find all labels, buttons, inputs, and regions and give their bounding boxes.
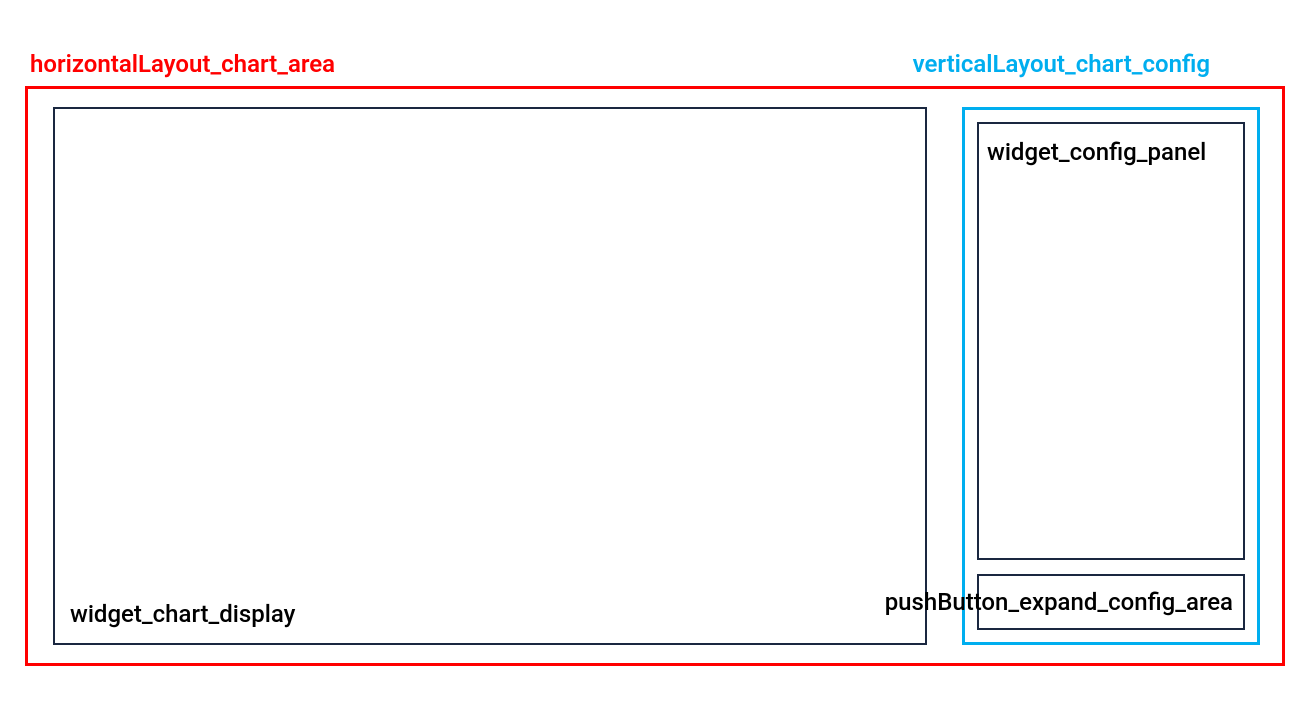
widget-config-panel: widget_config_panel (977, 122, 1245, 560)
widget-chart-display: widget_chart_display (53, 107, 927, 645)
vertical-layout-label: verticalLayout_chart_config (913, 50, 1210, 78)
chart-display-label: widget_chart_display (70, 600, 295, 628)
inner-row: widget_chart_display widget_config_panel… (28, 89, 1282, 663)
horizontal-layout-label: horizontalLayout_chart_area (30, 50, 335, 78)
vertical-layout-chart-config: widget_config_panel pushButton_expand_co… (962, 107, 1260, 645)
config-panel-label: widget_config_panel (987, 138, 1206, 166)
expand-button-label: pushButton_expand_config_area (885, 588, 1233, 616)
horizontal-layout-container: widget_chart_display widget_config_panel… (25, 86, 1285, 666)
push-button-expand-config-area[interactable]: pushButton_expand_config_area (977, 574, 1245, 630)
